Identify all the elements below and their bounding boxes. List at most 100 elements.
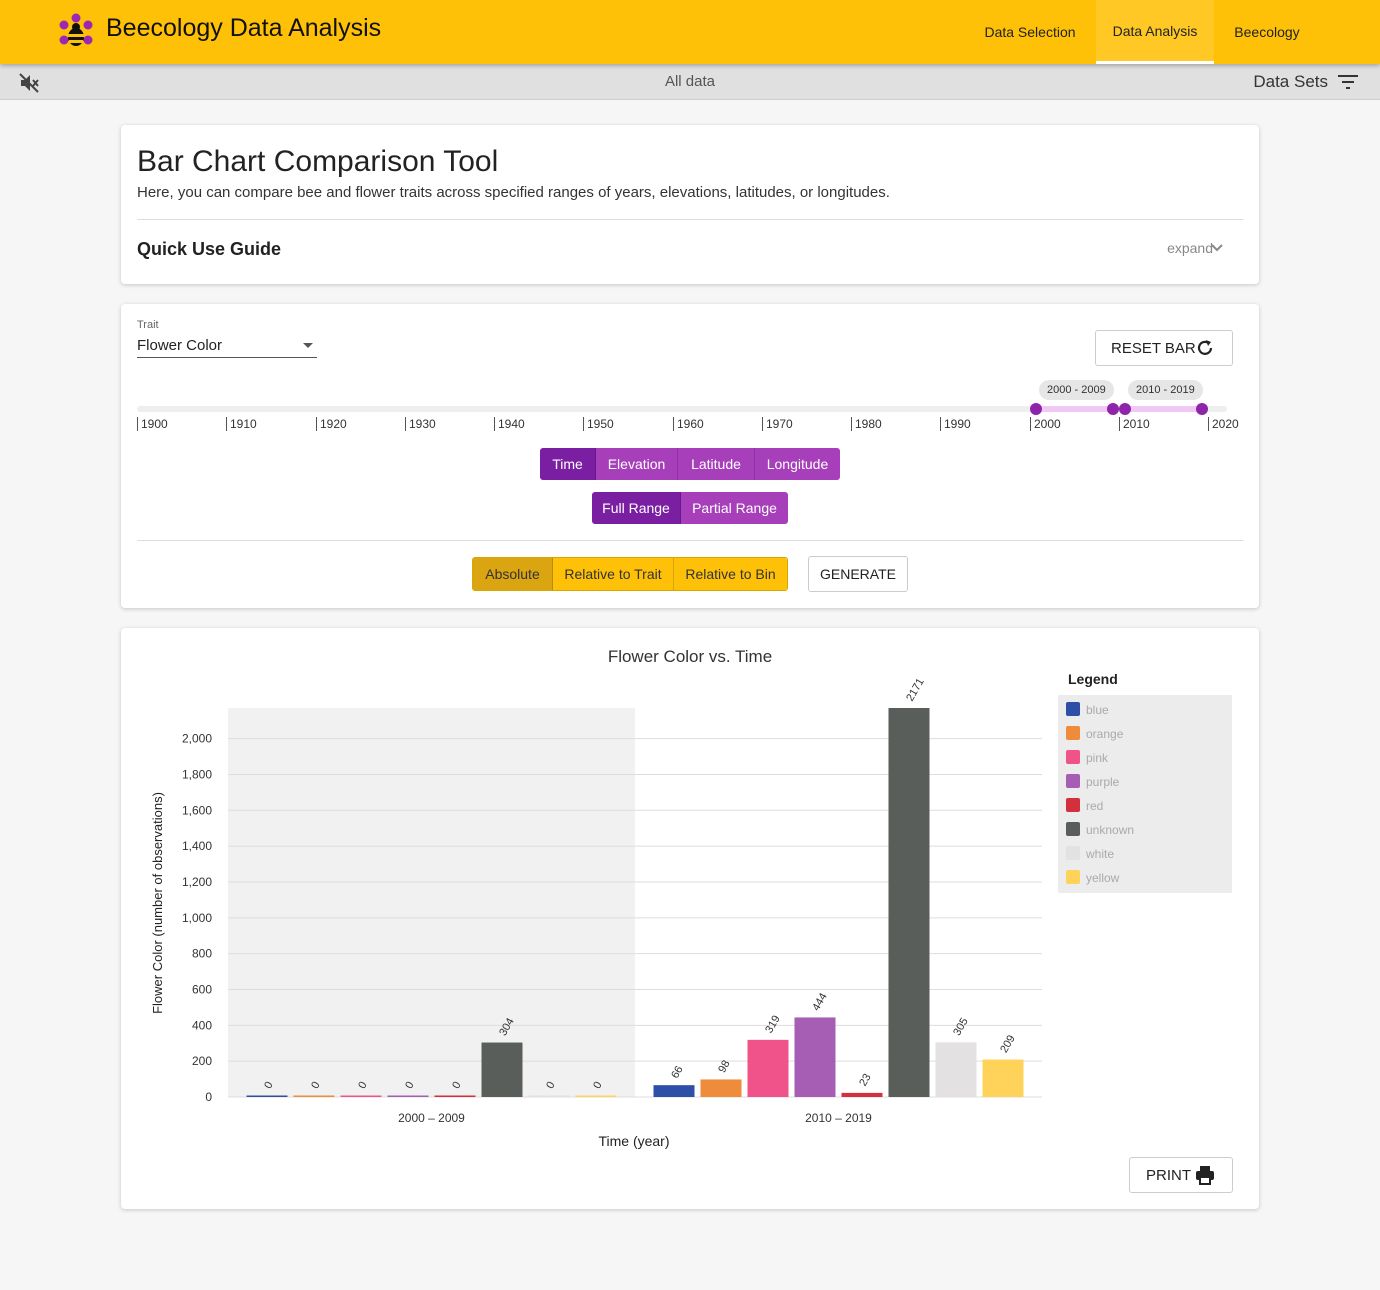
y-tick-label: 1,800 xyxy=(182,767,212,781)
legend-swatch[interactable] xyxy=(1066,798,1080,812)
print-button[interactable]: PRINT xyxy=(1129,1157,1233,1193)
legend-label[interactable]: blue xyxy=(1086,703,1109,717)
bar-value-label: 66 xyxy=(669,1064,686,1081)
slider-tick: 1910 xyxy=(226,417,257,431)
slider-tick: 2000 xyxy=(1030,417,1061,431)
relative-to-trait-button[interactable]: Relative to Trait xyxy=(553,558,674,590)
data-sets-button[interactable]: Data Sets xyxy=(1253,72,1328,92)
legend-label[interactable]: unknown xyxy=(1086,823,1134,837)
slider-handle[interactable] xyxy=(1196,403,1208,415)
y-axis-label: Flower Color (number of observations) xyxy=(150,792,165,1014)
bar-value-label: 23 xyxy=(857,1072,874,1089)
printer-icon xyxy=(1196,1166,1214,1185)
data-scope-label: All data xyxy=(664,73,716,90)
x-axis-label: Time (year) xyxy=(598,1133,669,1149)
legend-swatch[interactable] xyxy=(1066,774,1080,788)
divider xyxy=(137,540,1243,541)
quick-use-guide-title[interactable]: Quick Use Guide xyxy=(137,239,281,260)
legend-swatch[interactable] xyxy=(1066,846,1080,860)
legend-label[interactable]: yellow xyxy=(1086,871,1120,885)
bar-pink[interactable] xyxy=(747,1039,789,1097)
slider-tick: 1930 xyxy=(405,417,436,431)
legend-title: Legend xyxy=(1068,671,1118,687)
y-tick-label: 2,000 xyxy=(182,732,212,746)
legend-label[interactable]: red xyxy=(1086,799,1103,813)
print-label: PRINT xyxy=(1146,1166,1191,1184)
chevron-down-icon[interactable] xyxy=(1211,244,1223,252)
bar-blue[interactable] xyxy=(246,1095,288,1098)
slider-tick: 1920 xyxy=(316,417,347,431)
divider xyxy=(137,219,1243,220)
bar-red[interactable] xyxy=(841,1092,883,1097)
nav-beecology[interactable]: Beecology xyxy=(1218,0,1316,64)
legend-swatch[interactable] xyxy=(1066,750,1080,764)
y-tick-label: 800 xyxy=(192,947,212,961)
legend-swatch[interactable] xyxy=(1066,726,1080,740)
chart-title: Flower Color vs. Time xyxy=(608,647,772,666)
range-tag: 2000 - 2009 xyxy=(1039,380,1114,400)
dropdown-arrow-icon[interactable] xyxy=(303,343,313,348)
legend-swatch[interactable] xyxy=(1066,822,1080,836)
generate-button[interactable]: GENERATE xyxy=(808,556,908,592)
bar-unknown[interactable] xyxy=(888,708,930,1097)
bar-orange[interactable] xyxy=(700,1079,742,1097)
nav-data-selection[interactable]: Data Selection xyxy=(968,0,1092,64)
legend-swatch[interactable] xyxy=(1066,870,1080,884)
bar-white[interactable] xyxy=(935,1042,977,1097)
selected-range-2000-2009[interactable] xyxy=(1036,406,1113,412)
bar-pink[interactable] xyxy=(340,1095,382,1098)
legend-label[interactable]: orange xyxy=(1086,727,1124,741)
y-tick-label: 1,400 xyxy=(182,839,212,853)
bee-logo-icon xyxy=(59,13,93,46)
full-range-button[interactable]: Full Range xyxy=(592,492,681,524)
absolute-button[interactable]: Absolute xyxy=(473,558,553,590)
x-tick-label: 2000 – 2009 xyxy=(398,1111,465,1125)
refresh-icon xyxy=(1197,340,1213,355)
bar-purple[interactable] xyxy=(794,1017,836,1097)
bar-yellow[interactable] xyxy=(575,1095,617,1098)
x-tick-label: 2010 – 2019 xyxy=(805,1111,872,1125)
y-tick-label: 1,000 xyxy=(182,911,212,925)
latitude-button[interactable]: Latitude xyxy=(678,448,755,480)
selected-range-2010-2019[interactable] xyxy=(1125,406,1202,412)
page-title: Bar Chart Comparison Tool xyxy=(137,145,499,178)
bar-chart: Flower Color vs. Time Flower Color (numb… xyxy=(150,647,1232,1149)
legend-label[interactable]: pink xyxy=(1086,751,1109,765)
relative-to-bin-button[interactable]: Relative to Bin xyxy=(674,558,787,590)
legend-swatch[interactable] xyxy=(1066,702,1080,716)
bar-value-label: 305 xyxy=(951,1016,971,1038)
nav-data-analysis[interactable]: Data Analysis xyxy=(1096,0,1214,64)
longitude-button[interactable]: Longitude xyxy=(755,448,840,480)
controls-card: Trait Flower Color RESET BAR 2000 - 2009… xyxy=(121,304,1259,608)
bar-yellow[interactable] xyxy=(982,1059,1024,1097)
slider-handle[interactable] xyxy=(1107,403,1119,415)
partial-range-button[interactable]: Partial Range xyxy=(681,492,788,524)
bar-value-label: 444 xyxy=(810,991,830,1013)
trait-select[interactable]: Flower Color xyxy=(137,337,222,354)
slider-tick: 1940 xyxy=(494,417,525,431)
app-header: Beecology Data Analysis Data Selection D… xyxy=(0,0,1380,64)
elevation-button[interactable]: Elevation xyxy=(596,448,678,480)
slider-tick: 2010 xyxy=(1119,417,1150,431)
y-tick-label: 600 xyxy=(192,982,212,996)
slider-handle[interactable] xyxy=(1119,403,1131,415)
bar-orange[interactable] xyxy=(293,1095,335,1098)
reset-bar-label: RESET BAR xyxy=(1111,339,1196,357)
legend-label[interactable]: white xyxy=(1085,847,1114,861)
y-tick-label: 200 xyxy=(192,1054,212,1068)
bar-purple[interactable] xyxy=(387,1095,429,1098)
legend-label[interactable]: purple xyxy=(1086,775,1120,789)
filter-icon[interactable] xyxy=(1338,74,1358,90)
bar-red[interactable] xyxy=(434,1095,476,1098)
y-tick-label: 0 xyxy=(205,1090,212,1104)
slider-tick: 1980 xyxy=(851,417,882,431)
dimension-toggle-group: Time Elevation Latitude Longitude xyxy=(540,448,840,480)
expand-button[interactable]: expand xyxy=(1167,240,1213,256)
bar-white[interactable] xyxy=(528,1095,570,1098)
chart-card: Flower Color vs. Time Flower Color (numb… xyxy=(121,628,1259,1209)
bar-blue[interactable] xyxy=(653,1085,695,1097)
slider-handle[interactable] xyxy=(1030,403,1042,415)
bar-unknown[interactable] xyxy=(481,1042,523,1097)
time-button[interactable]: Time xyxy=(540,448,596,480)
trait-select-underline xyxy=(137,357,317,358)
